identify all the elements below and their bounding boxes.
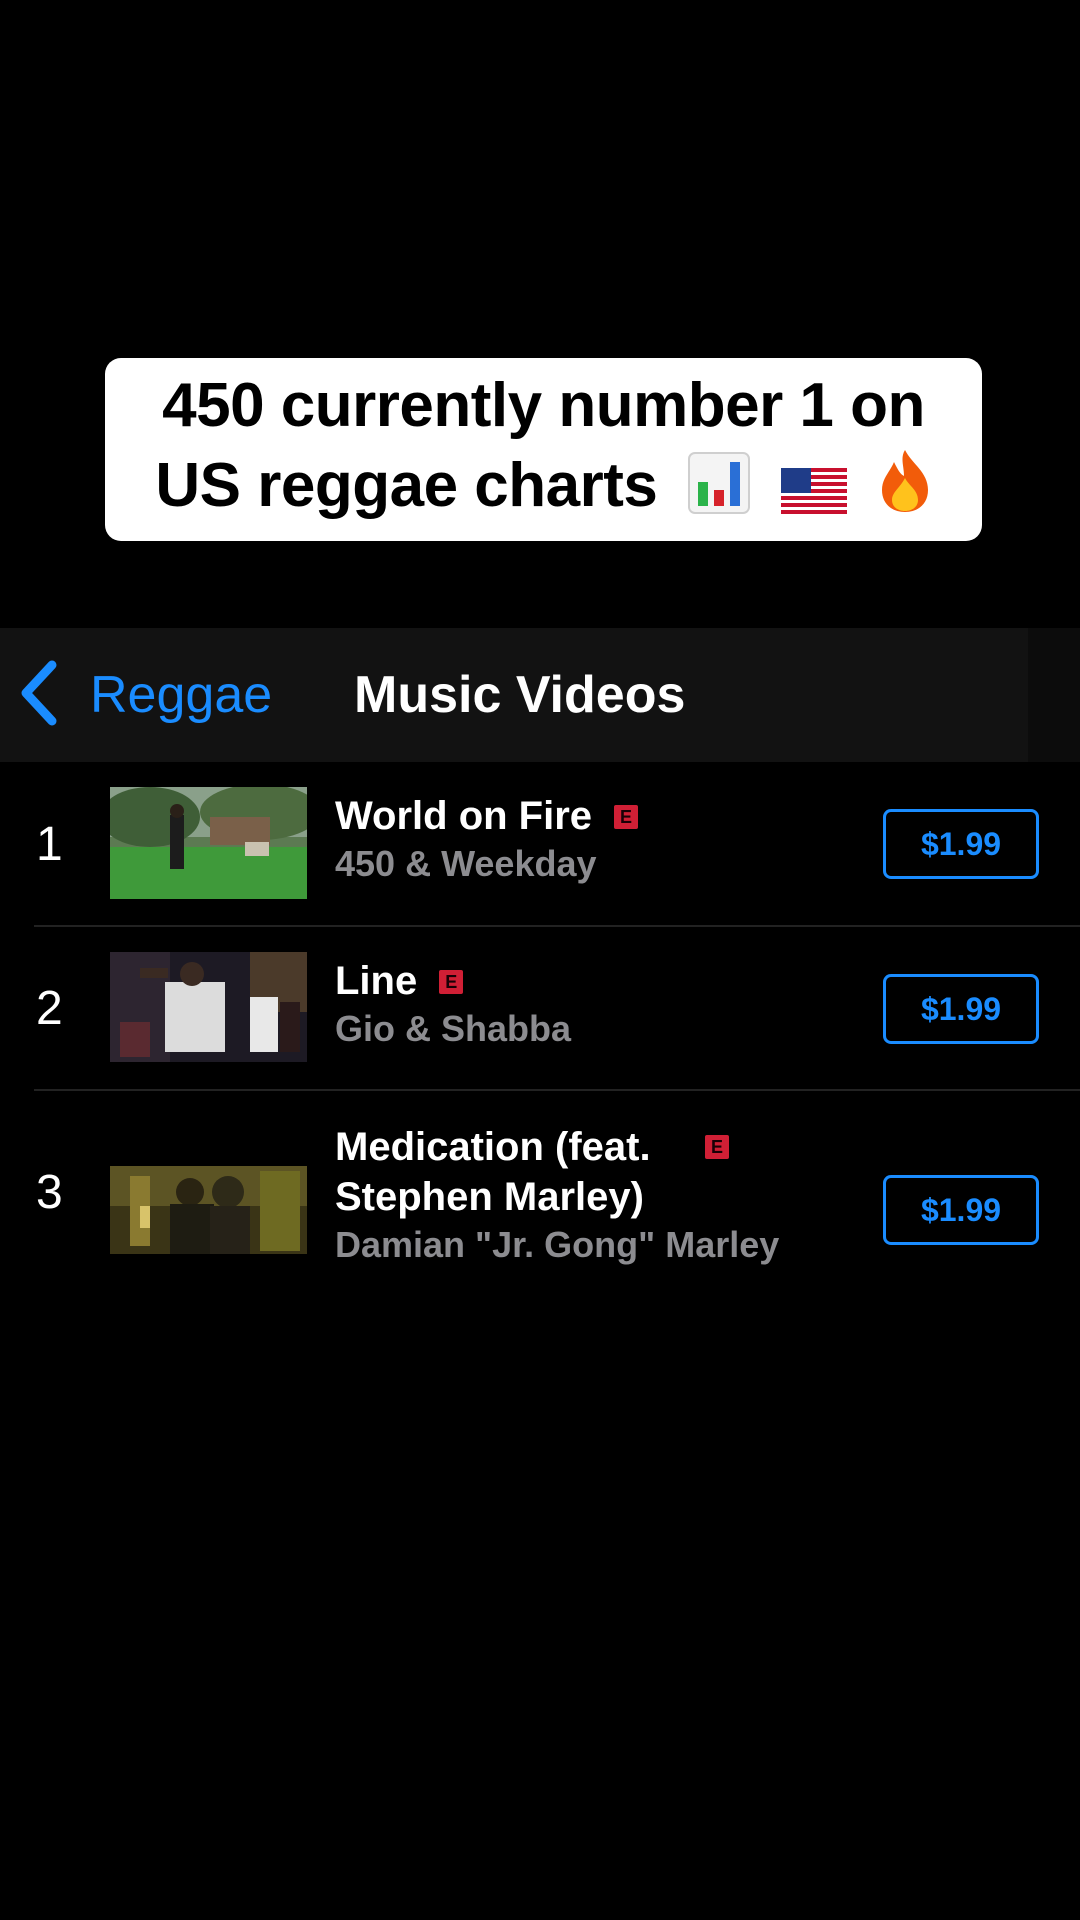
item-title: Medication (feat. Stephen Marley) <box>335 1125 651 1219</box>
back-button[interactable]: Reggae <box>18 628 272 762</box>
explicit-badge: E <box>439 970 464 994</box>
caption-emoji-group <box>674 449 931 520</box>
video-thumbnail[interactable] <box>110 952 307 1062</box>
page-title: Music Videos <box>354 666 686 724</box>
explicit-badge: E <box>614 805 639 829</box>
list-item[interactable]: 2 Line E Gio & Shabba $1.99 <box>0 926 1080 1091</box>
buy-price-button[interactable]: $1.99 <box>883 974 1039 1044</box>
caption-bubble: 450 currently number 1 on US reggae char… <box>105 358 982 541</box>
item-artist: Gio & Shabba <box>335 1008 572 1049</box>
buy-price-button[interactable]: $1.99 <box>883 809 1039 879</box>
item-title-line: Line E <box>335 956 571 1006</box>
list-item[interactable]: 1 World on Fire E 450 & Weekday $1.99 <box>0 762 1080 927</box>
item-info: Line E Gio & Shabba <box>335 956 571 1052</box>
fire-emoji-icon <box>878 448 932 534</box>
item-title: World on Fire <box>335 794 593 838</box>
rank-number: 3 <box>36 1166 63 1219</box>
bar-chart-emoji-icon <box>688 451 751 534</box>
music-video-list: 1 World on Fire E 450 & Weekday $1.99 2 … <box>0 762 1080 1290</box>
screen: 450 currently number 1 on US reggae char… <box>0 0 1080 1920</box>
nav-bar-edge <box>1028 628 1080 762</box>
back-label: Reggae <box>90 666 273 724</box>
rank-number: 2 <box>36 982 63 1035</box>
caption-text: 450 currently number 1 on US reggae char… <box>125 366 962 534</box>
video-thumbnail[interactable] <box>110 1166 307 1254</box>
video-thumbnail[interactable] <box>110 787 307 899</box>
nav-bar: Reggae Music Videos <box>0 628 1080 762</box>
explicit-badge: E <box>705 1135 729 1159</box>
list-item[interactable]: 3 Medication (feat. Stephen Marley) E Da… <box>0 1090 1080 1290</box>
item-title: Line <box>335 959 418 1003</box>
item-title-line: World on Fire E <box>335 791 639 841</box>
rank-number: 1 <box>36 818 63 871</box>
item-artist: Damian "Jr. Gong" Marley <box>335 1224 780 1265</box>
item-info: World on Fire E 450 & Weekday <box>335 791 639 887</box>
item-title-line: Medication (feat. Stephen Marley) E <box>335 1122 755 1222</box>
item-info: Medication (feat. Stephen Marley) E Damia… <box>335 1122 780 1268</box>
us-flag-emoji-icon <box>780 454 847 534</box>
chevron-left-icon <box>18 659 60 732</box>
buy-price-button[interactable]: $1.99 <box>883 1175 1039 1245</box>
item-artist: 450 & Weekday <box>335 843 597 884</box>
